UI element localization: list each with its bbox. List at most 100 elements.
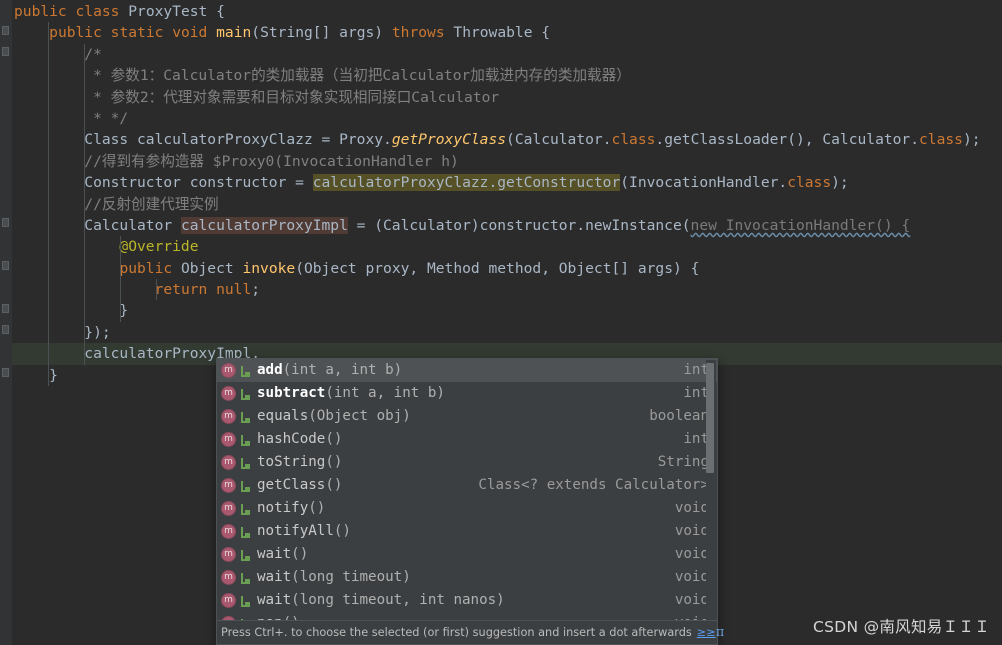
- method-icon: [221, 501, 236, 516]
- completion-item-type: Class<? extends Calculator>: [478, 477, 709, 493]
- csdn-watermark: CSDN @南风知易ＩＩＩ: [812, 618, 990, 636]
- editor-gutter[interactable]: [0, 0, 12, 645]
- method-icon: [221, 524, 236, 539]
- method-icon: [221, 386, 236, 401]
- code-line[interactable]: Class calculatorProxyClazz = Proxy.getPr…: [12, 129, 1002, 151]
- completion-item-type: boolean: [649, 408, 709, 424]
- code-line[interactable]: });: [12, 321, 1002, 344]
- code-line[interactable]: * */: [12, 107, 1002, 130]
- completion-item-name: notify: [257, 500, 309, 516]
- completion-item-label: hashCode(): [257, 428, 669, 451]
- completion-item-signature: (): [325, 431, 343, 447]
- code-line[interactable]: //反射创建代理实例: [12, 193, 1002, 215]
- completion-item-label: add(int a, int b): [257, 359, 669, 382]
- completion-item[interactable]: equals(Object obj) boolean: [217, 405, 717, 428]
- completion-item[interactable]: wait(long timeout) void: [217, 566, 717, 589]
- completion-item[interactable]: wait(long timeout, int nanos) void: [217, 589, 717, 612]
- completion-item-label: wait(): [257, 543, 661, 566]
- interface-member-icon: [239, 571, 252, 585]
- interface-member-icon: [239, 479, 252, 493]
- fold-marker-icon[interactable]: [2, 325, 9, 334]
- code-line[interactable]: * 参数1：Calculator的类加载器（当初把Calculator加载进内存…: [12, 65, 1002, 87]
- completion-item-type: String: [657, 454, 709, 470]
- code-line[interactable]: Calculator calculatorProxyImpl = (Calcul…: [12, 214, 1002, 237]
- completion-item-name: subtract: [257, 385, 326, 401]
- code-line[interactable]: /*: [12, 43, 1002, 66]
- completion-item-label: toString(): [257, 451, 644, 474]
- completion-item-name: add: [257, 362, 283, 378]
- interface-member-icon: [239, 387, 252, 401]
- completion-item[interactable]: getClass() Class<? extends Calculator>: [217, 474, 717, 497]
- settings-pi-icon[interactable]: π: [716, 625, 725, 640]
- fold-marker-icon[interactable]: [2, 47, 9, 56]
- code-line[interactable]: public class ProxyTest {: [12, 1, 1002, 22]
- completion-footer: Press Ctrl+. to choose the selected (or …: [217, 620, 724, 644]
- completion-item-name: notifyAll: [257, 523, 334, 539]
- completion-item[interactable]: wait() void: [217, 543, 717, 566]
- method-icon: [221, 547, 236, 562]
- code-line[interactable]: Constructor constructor = calculatorProx…: [12, 172, 1002, 194]
- completion-item[interactable]: toString() String: [217, 451, 717, 474]
- method-icon: [221, 593, 236, 608]
- completion-scrollbar-thumb[interactable]: [706, 363, 714, 473]
- fold-marker-icon[interactable]: [2, 368, 9, 377]
- completion-scrollbar[interactable]: [706, 360, 716, 620]
- completion-item-label: wait(long timeout): [257, 566, 661, 589]
- interface-member-icon: [239, 594, 252, 608]
- completion-item[interactable]: notify() void: [217, 497, 717, 520]
- interface-member-icon: [239, 433, 252, 447]
- completion-item[interactable]: notifyAll() void: [217, 520, 717, 543]
- completion-item-signature: (long timeout, int nanos): [291, 592, 505, 608]
- code-line[interactable]: }: [12, 300, 1002, 322]
- method-icon: [221, 363, 236, 378]
- completion-item-name: wait: [257, 546, 292, 562]
- completion-item-label: notifyAll(): [257, 520, 661, 543]
- completion-item-type: int: [683, 362, 709, 378]
- code-content[interactable]: public class ProxyTest { public static v…: [12, 0, 1002, 387]
- completion-item-name: hashCode: [257, 431, 326, 447]
- completion-more-link[interactable]: ≥≥: [697, 626, 716, 639]
- code-completion-popup[interactable]: add(int a, int b)intsubtract(int a, int …: [216, 358, 724, 645]
- completion-item-label: subtract(int a, int b): [257, 382, 669, 405]
- fold-marker-icon[interactable]: [2, 218, 9, 227]
- completion-item-label: notify(): [257, 497, 661, 520]
- completion-item[interactable]: add(int a, int b) int: [217, 359, 717, 382]
- code-line[interactable]: //得到有参构造器 $Proxy0(InvocationHandler h): [12, 150, 1002, 173]
- completion-item-type: int: [683, 385, 709, 401]
- completion-item-name: toString: [257, 454, 326, 470]
- completion-item-signature: (): [308, 500, 326, 516]
- completion-item-label: equals(Object obj): [257, 405, 635, 428]
- completion-item-signature: (): [325, 477, 343, 493]
- code-line[interactable]: @Override: [12, 236, 1002, 258]
- completion-item-type: void: [674, 500, 709, 516]
- completion-item-signature: (int a, int b): [282, 362, 403, 378]
- completion-item-type: void: [674, 523, 709, 539]
- interface-member-icon: [239, 548, 252, 562]
- method-icon: [221, 455, 236, 470]
- interface-member-icon: [239, 456, 252, 470]
- completion-item-signature: (): [325, 454, 343, 470]
- code-line[interactable]: * 参数2：代理对象需要和目标对象实现相同接口Calculator: [12, 86, 1002, 108]
- completion-item-name: getClass: [257, 477, 326, 493]
- completion-item-name: wait: [257, 592, 292, 608]
- method-icon: [221, 409, 236, 424]
- interface-member-icon: [239, 410, 252, 424]
- completion-item[interactable]: hashCode() int: [217, 428, 717, 451]
- completion-item-type: int: [683, 431, 709, 447]
- completion-hint-text: Press Ctrl+. to choose the selected (or …: [221, 626, 692, 639]
- completion-item-type: void: [674, 546, 709, 562]
- code-line[interactable]: public static void main(String[] args) t…: [12, 22, 1002, 44]
- completion-item[interactable]: subtract(int a, int b) int: [217, 382, 717, 405]
- completion-item-signature: (): [291, 546, 309, 562]
- completion-item-signature: (): [333, 523, 351, 539]
- completion-item-signature: (Object obj): [308, 408, 411, 424]
- completion-item-name: wait: [257, 569, 292, 585]
- fold-marker-icon[interactable]: [2, 26, 9, 35]
- fold-marker-icon[interactable]: [2, 304, 9, 313]
- fold-marker-icon[interactable]: [2, 261, 9, 270]
- method-icon: [221, 478, 236, 493]
- code-line[interactable]: return null;: [12, 279, 1002, 301]
- completion-list[interactable]: add(int a, int b)intsubtract(int a, int …: [217, 359, 717, 621]
- completion-item-signature: (long timeout): [291, 569, 411, 585]
- code-line[interactable]: public Object invoke(Object proxy, Metho…: [12, 257, 1002, 280]
